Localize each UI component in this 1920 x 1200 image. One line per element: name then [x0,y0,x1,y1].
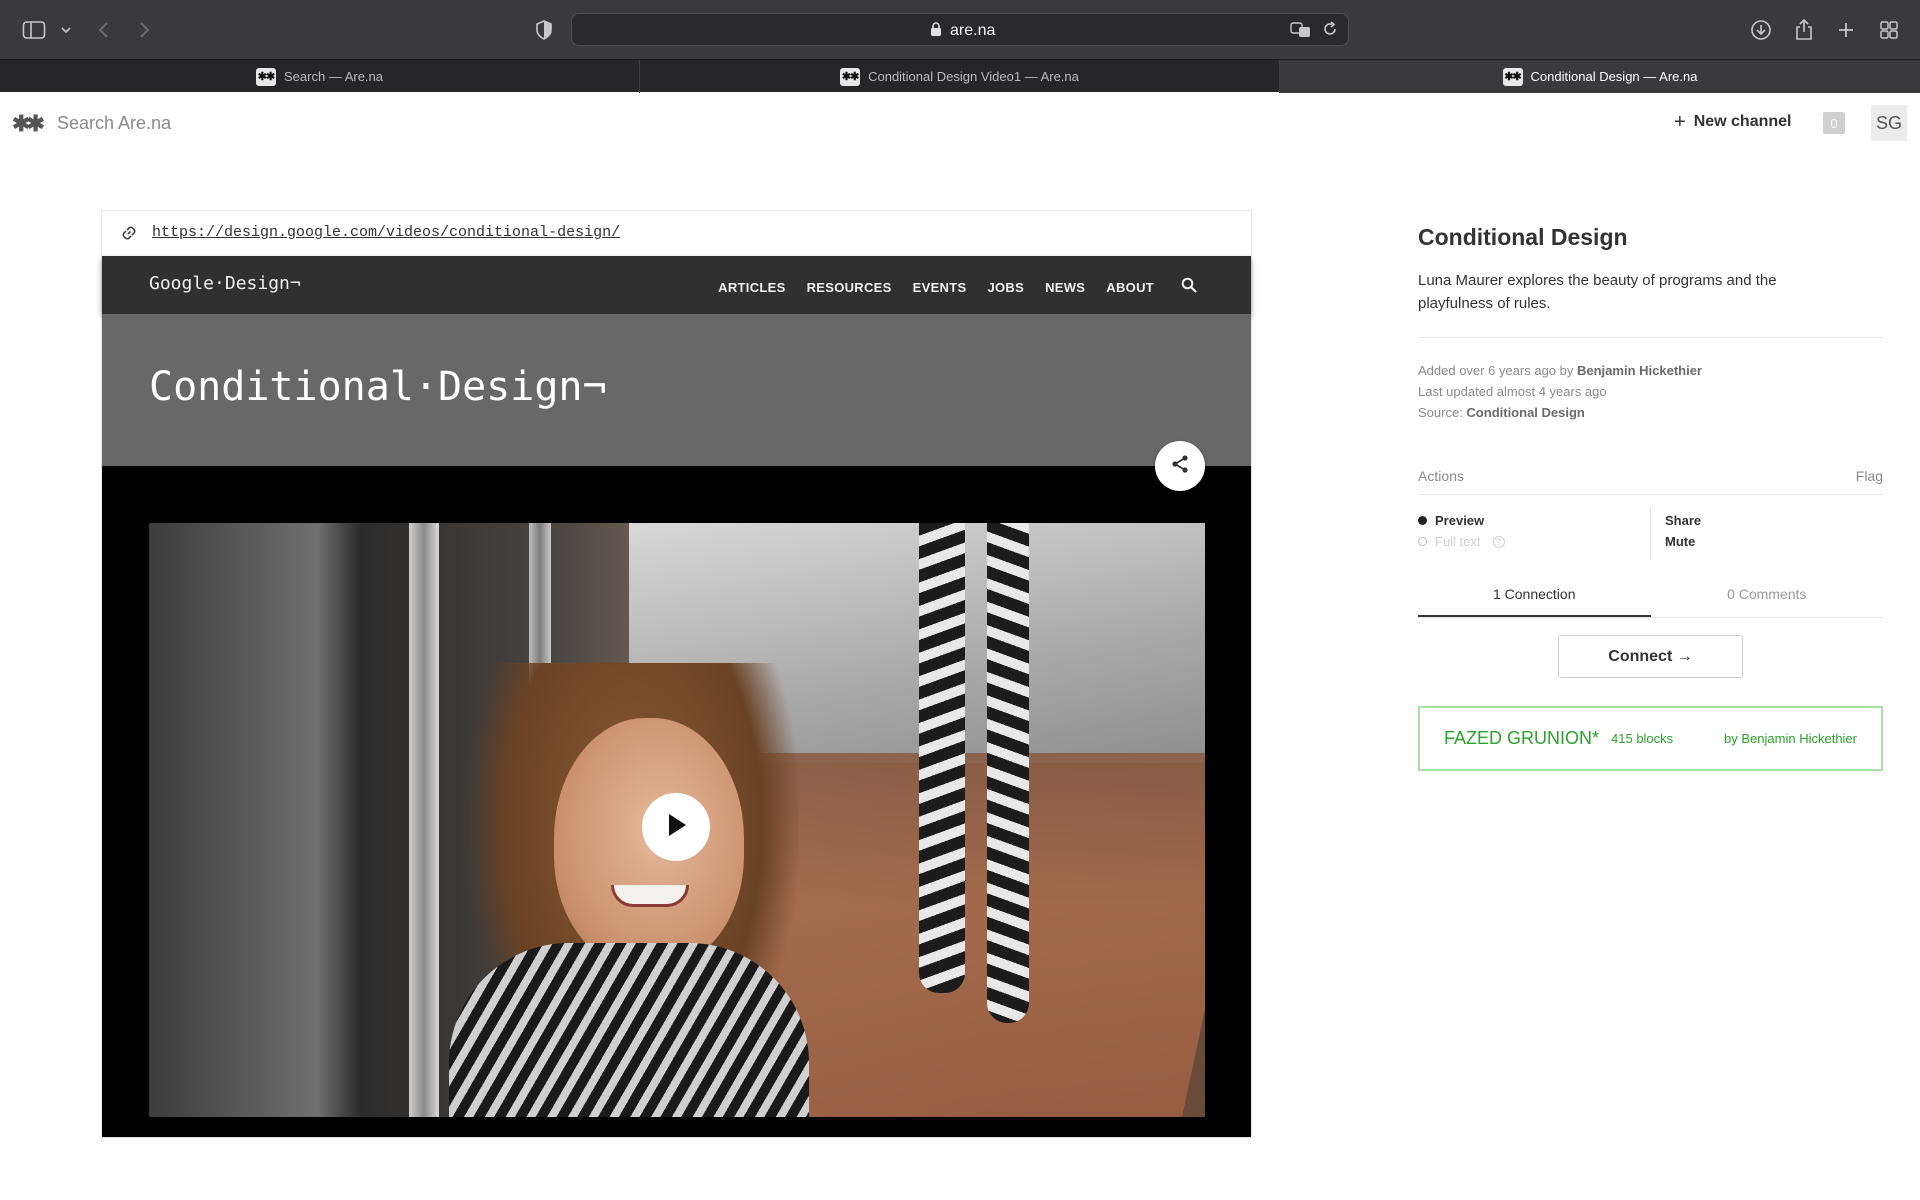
google-design-brand[interactable]: Google·Design¬ [149,273,301,294]
video-player[interactable] [149,523,1205,1117]
google-design-nav: Google·Design¬ ARTICLES RESOURCES EVENTS… [102,256,1251,314]
google-design-hero: Conditional·Design¬ [102,314,1251,466]
tab-bar: ✱✱ Search — Are.na ✱✱ Conditional Design… [0,59,1920,93]
video-frame-speaker [611,885,689,907]
downloads-icon[interactable] [1747,16,1775,44]
hero-title: Conditional·Design¬ [149,364,607,410]
source-prefix: Source: [1418,405,1467,420]
nav-resources[interactable]: RESOURCES [807,280,892,295]
share-button[interactable] [1155,441,1205,491]
browser-toolbar: are.na [0,0,1920,59]
divider [1418,494,1883,495]
tab-label: Conditional Design Video1 — Are.na [868,69,1079,84]
new-channel-button[interactable]: + New channel [1674,112,1792,132]
share-icon[interactable] [1790,16,1818,44]
flag-button[interactable]: Flag [1856,468,1883,484]
avatar[interactable]: SG [1871,105,1907,141]
tab-comments[interactable]: 0 Comments [1651,582,1884,617]
preview-label: Preview [1435,513,1485,528]
full-text-label: Full text [1435,534,1481,549]
video-frame-figure [987,523,1029,1023]
arena-favicon-icon: ✱✱ [840,67,861,86]
nav-about[interactable]: ABOUT [1106,280,1154,295]
arena-logo-icon[interactable]: ✱✱ [12,111,45,137]
actions-row: Actions Flag [1418,468,1883,484]
source-link[interactable]: Conditional Design [1466,405,1584,420]
site-header: ✱✱ + New channel 0 SG [0,92,1920,152]
share-options: Share Mute [1665,510,1701,552]
block-metadata: Added over 6 years ago by Benjamin Hicke… [1418,360,1883,423]
tab-conditional-design-video[interactable]: ✱✱ Conditional Design Video1 — Are.na [640,60,1280,93]
channel-name: FAZED GRUNION* [1444,728,1600,748]
last-updated: Last updated almost 4 years ago [1418,384,1607,399]
preview-radio[interactable]: Preview [1418,510,1505,531]
divider [1418,337,1883,338]
tab-connections[interactable]: 1 Connection [1418,582,1651,617]
google-design-nav-links: ARTICLES RESOURCES EVENTS JOBS NEWS ABOU… [718,277,1197,298]
chevron-down-icon[interactable] [52,16,80,44]
actions-label: Actions [1418,468,1464,484]
block-title: Conditional Design [1418,224,1628,250]
nav-jobs[interactable]: JOBS [987,280,1024,295]
mute-link[interactable]: Mute [1665,531,1701,552]
block-description: Luna Maurer explores the beauty of progr… [1418,272,1777,312]
radio-on-icon [1418,516,1427,525]
privacy-shield-icon[interactable] [530,16,558,44]
nav-events[interactable]: EVENTS [913,280,967,295]
full-text-radio[interactable]: Full text ? [1418,531,1505,552]
video-frame-speaker [449,943,809,1117]
search-input[interactable] [57,109,477,137]
video-frame-truss [409,523,439,1117]
video-frame-figure [919,523,965,993]
added-prefix: Added over 6 years ago by [1418,363,1577,378]
lock-icon [930,22,942,42]
translate-icon[interactable] [1290,21,1312,44]
connect-button[interactable]: Connect → [1558,635,1743,678]
channel-card[interactable]: FAZED GRUNION* 415 blocks by Benjamin Hi… [1418,706,1883,771]
help-icon[interactable]: ? [1492,535,1505,548]
tab-search[interactable]: ✱✱ Search — Are.na [0,60,640,93]
divider [1650,508,1651,560]
new-tab-icon[interactable] [1832,16,1860,44]
source-bar: https://design.google.com/videos/conditi… [102,211,1251,256]
block-sidebar: Conditional Design Luna Maurer explores … [1418,210,1883,771]
arena-favicon-icon: ✱✱ [256,67,276,86]
nav-news[interactable]: NEWS [1045,280,1085,295]
tab-label: Conditional Design — Are.na [1530,69,1698,84]
arena-favicon-icon: ✱✱ [1502,67,1523,86]
share-link[interactable]: Share [1665,510,1701,531]
channel-owner: by Benjamin Hickethier [1724,731,1857,746]
source-url-link[interactable]: https://design.google.com/videos/conditi… [152,224,620,241]
share-icon [1170,454,1190,479]
play-button[interactable] [642,793,710,861]
tab-conditional-design[interactable]: ✱✱ Conditional Design — Are.na [1280,60,1920,93]
sidebar-tabs: 1 Connection 0 Comments [1418,582,1883,618]
forward-icon[interactable] [130,16,158,44]
play-icon [664,812,688,843]
channel-block-count: 415 blocks [1611,731,1674,746]
view-options: Preview Full text ? [1418,510,1505,552]
radio-off-icon [1418,537,1427,546]
search-icon[interactable] [1181,277,1197,298]
address-bar[interactable]: are.na [571,13,1349,46]
new-channel-label: New channel [1693,113,1792,130]
tab-label: Search — Are.na [284,69,383,84]
sidebar-toggle-icon[interactable] [20,16,48,44]
tab-overview-icon[interactable] [1875,16,1903,44]
back-icon[interactable] [90,16,118,44]
plus-icon: + [1674,111,1686,133]
reload-icon[interactable] [1322,21,1338,42]
nav-articles[interactable]: ARTICLES [718,280,785,295]
added-by-link[interactable]: Benjamin Hickethier [1577,363,1702,378]
link-icon [121,225,137,246]
block-preview: https://design.google.com/videos/conditi… [101,210,1252,1138]
address-host: are.na [950,22,996,39]
notification-count-badge[interactable]: 0 [1823,112,1845,134]
